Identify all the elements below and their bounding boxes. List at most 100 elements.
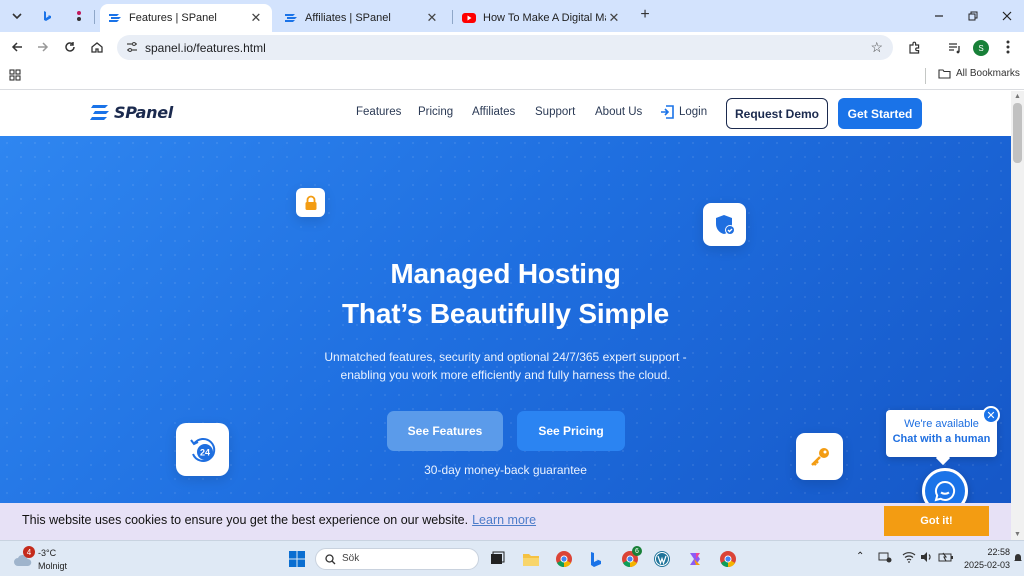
close-tab-icon[interactable]: ✕ <box>248 10 264 26</box>
start-button[interactable] <box>287 549 307 569</box>
nav-link-about-us[interactable]: About Us <box>595 106 642 118</box>
pinned-tab-bing[interactable] <box>34 4 60 28</box>
all-bookmarks-label: All Bookmarks <box>956 68 1020 79</box>
battery-icon[interactable] <box>938 551 954 566</box>
taskbar-wordpress[interactable] <box>652 549 672 569</box>
scrollbar-thumb[interactable] <box>1013 103 1022 163</box>
tab-search-button[interactable] <box>4 4 30 28</box>
media-controls-button[interactable] <box>943 37 965 57</box>
pinned-tab-app[interactable] <box>66 4 92 28</box>
chrome-window-count-badge: 6 <box>632 546 642 556</box>
bookmark-star-icon[interactable]: ☆ <box>870 39 883 56</box>
system-clock[interactable]: 22:58 2025-02-03 <box>962 546 1010 572</box>
login-label: Login <box>679 106 708 118</box>
taskbar-file-explorer[interactable] <box>521 549 541 569</box>
taskbar-chrome-active[interactable]: 6 <box>620 546 642 569</box>
learn-more-link[interactable]: Learn more <box>472 513 536 527</box>
extensions-button[interactable] <box>903 37 925 57</box>
hero-subtitle-line1: Unmatched features, security and optiona… <box>324 350 687 364</box>
wifi-icon[interactable] <box>902 551 916 566</box>
weather-widget[interactable]: 4 -3°C Molnigt <box>12 545 92 573</box>
nav-link-affiliates[interactable]: Affiliates <box>472 106 515 118</box>
close-window-button[interactable] <box>990 0 1024 32</box>
notifications-icon[interactable] <box>1014 553 1022 566</box>
tab-separator <box>452 10 453 24</box>
lock-badge <box>296 188 325 217</box>
menu-button[interactable] <box>997 37 1019 57</box>
show-hidden-icons-icon[interactable]: ⌃ <box>856 551 864 562</box>
bookmarks-separator <box>925 68 926 84</box>
network-status-icon[interactable] <box>878 551 892 566</box>
hero-title-line1: Managed Hosting <box>390 258 621 289</box>
task-view-icon <box>491 551 505 564</box>
bookmarks-bar: All Bookmarks <box>0 62 1024 90</box>
spanel-favicon-icon <box>108 11 122 25</box>
nav-link-features[interactable]: Features <box>356 106 401 118</box>
bing-icon <box>44 11 51 21</box>
chat-prompt-bubble[interactable]: We're available Chat with a human <box>886 410 997 466</box>
back-button[interactable] <box>6 37 28 57</box>
spanel-logo-icon <box>90 104 109 120</box>
forward-button[interactable] <box>32 37 54 57</box>
apps-grid-icon[interactable] <box>9 69 21 84</box>
got-it-button[interactable]: Got it! <box>884 506 989 536</box>
new-tab-button[interactable]: + <box>636 6 654 24</box>
reload-button[interactable] <box>59 37 81 57</box>
see-features-button[interactable]: See Features <box>387 411 503 451</box>
folder-icon <box>523 553 539 566</box>
lock-icon <box>305 195 316 210</box>
page-viewport: SPanel Features Pricing Affiliates Suppo… <box>0 91 1011 540</box>
taskbar-chrome-profile-1[interactable] <box>554 549 574 569</box>
tab-separator <box>94 10 95 24</box>
taskbar-chrome-profile-2[interactable] <box>718 549 738 569</box>
close-icon <box>1002 11 1012 21</box>
request-demo-button[interactable]: Request Demo <box>726 98 828 129</box>
task-view-button[interactable] <box>487 549 507 569</box>
taskbar-bing[interactable] <box>586 549 606 569</box>
taskbar-copilot[interactable] <box>685 549 705 569</box>
login-link[interactable]: Login <box>660 105 707 119</box>
tab-strip: Features | SPanel ✕ Affiliates | SPanel … <box>0 0 1024 32</box>
nav-link-support[interactable]: Support <box>535 106 575 118</box>
shield-check-icon <box>715 214 735 235</box>
restore-button[interactable] <box>956 0 990 32</box>
minimize-icon <box>935 15 943 17</box>
tab-title: Features | SPanel <box>129 12 217 24</box>
youtube-icon <box>462 11 476 25</box>
cookie-message-text: This website uses cookies to ensure you … <box>22 513 469 527</box>
taskbar-search-box[interactable]: Sök <box>315 548 479 570</box>
cookie-consent-bar: This website uses cookies to ensure you … <box>0 503 1011 540</box>
home-button[interactable] <box>86 37 108 57</box>
spanel-logo[interactable]: SPanel <box>90 103 173 122</box>
weather-temperature: -3°C <box>38 548 57 558</box>
profile-avatar[interactable]: S <box>973 40 989 56</box>
see-pricing-button[interactable]: See Pricing <box>517 411 625 451</box>
chat-close-button[interactable]: ✕ <box>982 406 1000 424</box>
tab-features-spanel[interactable]: Features | SPanel ✕ <box>100 4 272 32</box>
chrome-icon <box>556 551 572 568</box>
tab-title: How To Make A Digital Marketi <box>483 12 606 24</box>
site-info-icon[interactable] <box>125 40 139 54</box>
site-header: SPanel Features Pricing Affiliates Suppo… <box>0 91 1011 136</box>
login-icon <box>661 105 674 119</box>
reload-icon <box>65 42 75 52</box>
puzzle-icon <box>908 41 919 54</box>
page-scrollbar[interactable]: ▲ ▼ <box>1011 91 1024 540</box>
home-icon <box>91 42 103 53</box>
address-bar[interactable]: spanel.io/features.html ☆ <box>117 35 893 60</box>
get-started-button[interactable]: Get Started <box>838 98 922 129</box>
all-bookmarks-button[interactable]: All Bookmarks <box>938 68 1020 79</box>
scroll-up-icon[interactable]: ▲ <box>1014 93 1021 100</box>
tab-affiliates-spanel[interactable]: Affiliates | SPanel ✕ <box>276 4 448 32</box>
close-tab-icon[interactable]: ✕ <box>606 10 622 26</box>
minimize-button[interactable] <box>922 0 956 32</box>
close-tab-icon[interactable]: ✕ <box>424 10 440 26</box>
copilot-icon <box>690 553 700 565</box>
tab-youtube-video[interactable]: How To Make A Digital Marketi ✕ <box>454 4 630 32</box>
spanel-favicon-icon <box>284 11 298 25</box>
restore-icon <box>968 11 978 21</box>
scroll-down-icon[interactable]: ▼ <box>1014 531 1021 538</box>
nav-link-pricing[interactable]: Pricing <box>418 106 453 118</box>
bing-icon <box>591 552 601 567</box>
volume-icon[interactable] <box>920 551 934 566</box>
